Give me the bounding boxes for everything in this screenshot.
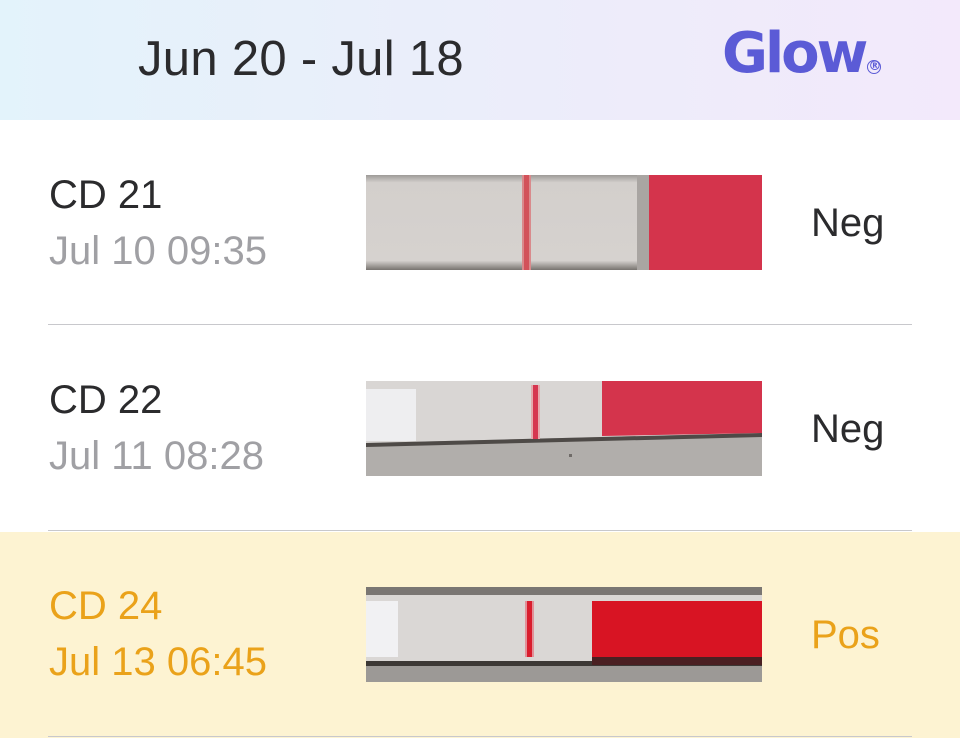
test-strip-image (366, 587, 762, 682)
test-strip-photo[interactable] (366, 587, 762, 682)
test-row[interactable]: CD 21 Jul 10 09:35 Neg (0, 120, 960, 325)
test-strip-image (366, 381, 762, 476)
test-result: Neg (811, 407, 885, 451)
row-divider (48, 530, 912, 531)
test-strip-photo[interactable] (366, 175, 762, 270)
cycle-day-label: CD 22 (49, 378, 163, 422)
glow-logo: Glow ® (722, 21, 882, 92)
test-timestamp: Jul 13 06:45 (49, 640, 267, 684)
cycle-day-label: CD 24 (49, 584, 163, 628)
row-divider (48, 324, 912, 325)
registered-mark: ® (867, 59, 882, 74)
cycle-date-range[interactable]: Jun 20 - Jul 18 (138, 30, 464, 88)
row-divider (48, 736, 912, 737)
test-timestamp: Jul 10 09:35 (49, 229, 267, 273)
test-timestamp: Jul 11 08:28 (49, 434, 264, 478)
test-result: Neg (811, 201, 885, 245)
logo-wordmark: Glow (722, 21, 868, 86)
test-row[interactable]: CD 24 Jul 13 06:45 Pos (0, 532, 960, 738)
test-strip-image (366, 175, 762, 270)
test-result: Pos (811, 613, 880, 657)
test-strip-photo[interactable] (366, 381, 762, 476)
cycle-day-label: CD 21 (49, 173, 163, 217)
header-bar: Jun 20 - Jul 18 Glow ® (0, 0, 960, 120)
test-row[interactable]: CD 22 Jul 11 08:28 Neg (0, 326, 960, 531)
